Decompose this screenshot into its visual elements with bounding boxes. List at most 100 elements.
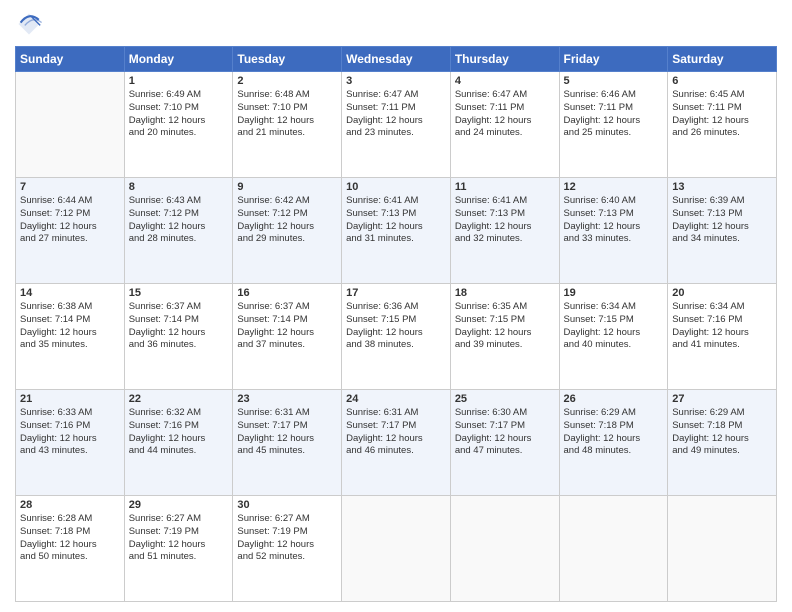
day-info-line: Sunset: 7:12 PM [237,208,337,221]
day-info-line: Sunset: 7:12 PM [20,208,120,221]
day-number: 12 [564,181,664,193]
day-info-line: Daylight: 12 hours [20,221,120,234]
day-info-line: Sunrise: 6:43 AM [129,195,229,208]
day-info-line: Sunrise: 6:35 AM [455,301,555,314]
day-info-line: and 40 minutes. [564,339,664,352]
day-number: 6 [672,75,772,87]
week-row-4: 21Sunrise: 6:33 AMSunset: 7:16 PMDayligh… [16,390,777,496]
day-info-line: and 45 minutes. [237,445,337,458]
day-info-line: Sunrise: 6:27 AM [237,513,337,526]
day-number: 22 [129,393,229,405]
day-info-line: Sunrise: 6:47 AM [346,89,446,102]
day-info-line: Sunset: 7:13 PM [346,208,446,221]
calendar-cell: 13Sunrise: 6:39 AMSunset: 7:13 PMDayligh… [668,178,777,284]
calendar-cell: 5Sunrise: 6:46 AMSunset: 7:11 PMDaylight… [559,72,668,178]
day-info-line: and 46 minutes. [346,445,446,458]
day-info-line: Sunset: 7:13 PM [455,208,555,221]
day-info-line: Sunset: 7:12 PM [129,208,229,221]
calendar-cell [342,496,451,602]
day-info-line: Sunrise: 6:29 AM [564,407,664,420]
day-number: 8 [129,181,229,193]
day-number: 10 [346,181,446,193]
day-info-line: and 34 minutes. [672,233,772,246]
day-info-line: Daylight: 12 hours [564,433,664,446]
day-info-line: and 33 minutes. [564,233,664,246]
day-info-line: Daylight: 12 hours [672,433,772,446]
day-info-line: Sunrise: 6:32 AM [129,407,229,420]
day-info-line: Sunset: 7:11 PM [346,102,446,115]
calendar-cell: 9 Sunrise: 6:42 AMSunset: 7:12 PMDaylight… [233,178,342,284]
day-number: 16 [237,287,337,299]
day-info-line: Sunset: 7:17 PM [346,420,446,433]
calendar-cell: 21Sunrise: 6:33 AMSunset: 7:16 PMDayligh… [16,390,125,496]
calendar-cell: 23Sunrise: 6:31 AMSunset: 7:17 PMDayligh… [233,390,342,496]
day-info-line: and 44 minutes. [129,445,229,458]
day-header-wednesday: Wednesday [342,47,451,72]
day-header-friday: Friday [559,47,668,72]
day-number: 2 [237,75,337,87]
day-info-line: Sunset: 7:11 PM [672,102,772,115]
day-info-line: Daylight: 12 hours [237,539,337,552]
day-info-line: Daylight: 12 hours [20,327,120,340]
day-info-line: Sunset: 7:18 PM [20,526,120,539]
day-info-line: Daylight: 12 hours [346,433,446,446]
calendar-cell: 11Sunrise: 6:41 AMSunset: 7:13 PMDayligh… [450,178,559,284]
day-number: 19 [564,287,664,299]
calendar-cell [16,72,125,178]
day-info-line: Sunrise: 6:44 AM [20,195,120,208]
day-number: 14 [20,287,120,299]
day-info-line: Daylight: 12 hours [129,539,229,552]
day-info-line: Sunrise: 6:38 AM [20,301,120,314]
day-info-line: Daylight: 12 hours [455,327,555,340]
day-info-line: Sunrise: 6:46 AM [564,89,664,102]
day-info-line: Sunrise: 6:27 AM [129,513,229,526]
day-info-line: Sunrise: 6:42 AM [237,195,337,208]
day-number: 29 [129,499,229,511]
day-info-line: and 23 minutes. [346,127,446,140]
day-info-line: Sunset: 7:13 PM [564,208,664,221]
logo [15,10,47,38]
day-info-line: Daylight: 12 hours [455,433,555,446]
day-info-line: Sunset: 7:16 PM [129,420,229,433]
day-info-line: Sunset: 7:17 PM [455,420,555,433]
calendar-cell [450,496,559,602]
day-number: 9 [237,181,337,193]
day-info-line: Sunset: 7:16 PM [672,314,772,327]
day-number: 15 [129,287,229,299]
day-info-line: and 29 minutes. [237,233,337,246]
day-info-line: and 20 minutes. [129,127,229,140]
day-info-line: Sunrise: 6:49 AM [129,89,229,102]
day-info-line: Sunrise: 6:34 AM [564,301,664,314]
day-info-line: Daylight: 12 hours [564,327,664,340]
day-info-line: Daylight: 12 hours [237,221,337,234]
day-info-line: and 28 minutes. [129,233,229,246]
day-info-line: and 21 minutes. [237,127,337,140]
day-info-line: Sunrise: 6:45 AM [672,89,772,102]
day-info-line: Sunset: 7:18 PM [672,420,772,433]
day-info-line: and 24 minutes. [455,127,555,140]
day-info-line: Daylight: 12 hours [20,433,120,446]
day-info-line: Daylight: 12 hours [564,221,664,234]
day-info-line: Daylight: 12 hours [672,327,772,340]
day-info-line: Daylight: 12 hours [129,221,229,234]
calendar-table: SundayMondayTuesdayWednesdayThursdayFrid… [15,46,777,602]
day-info-line: Daylight: 12 hours [564,115,664,128]
day-info-line: and 26 minutes. [672,127,772,140]
calendar-cell: 2Sunrise: 6:48 AMSunset: 7:10 PMDaylight… [233,72,342,178]
calendar-cell: 20Sunrise: 6:34 AMSunset: 7:16 PMDayligh… [668,284,777,390]
day-info-line: and 25 minutes. [564,127,664,140]
day-info-line: Sunrise: 6:40 AM [564,195,664,208]
week-row-1: 1Sunrise: 6:49 AMSunset: 7:10 PMDaylight… [16,72,777,178]
calendar-cell: 10Sunrise: 6:41 AMSunset: 7:13 PMDayligh… [342,178,451,284]
day-info-line: Sunset: 7:10 PM [129,102,229,115]
day-number: 28 [20,499,120,511]
day-info-line: Daylight: 12 hours [129,115,229,128]
day-info-line: Sunrise: 6:47 AM [455,89,555,102]
day-number: 23 [237,393,337,405]
day-info-line: Sunset: 7:11 PM [564,102,664,115]
day-number: 18 [455,287,555,299]
day-info-line: Daylight: 12 hours [455,221,555,234]
day-info-line: and 38 minutes. [346,339,446,352]
day-info-line: Sunset: 7:10 PM [237,102,337,115]
day-info-line: Daylight: 12 hours [237,327,337,340]
